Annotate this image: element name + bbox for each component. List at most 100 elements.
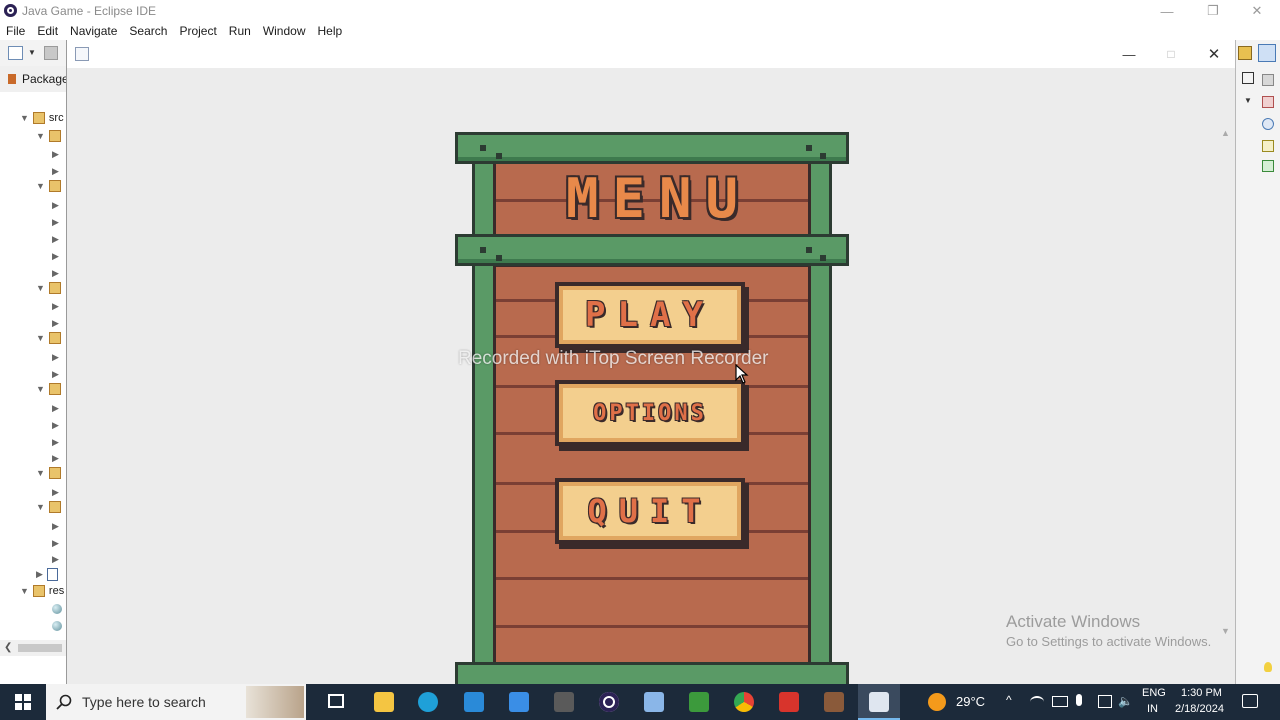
quit-button[interactable]: QUIT	[555, 478, 745, 544]
terminal-icon[interactable]	[554, 692, 574, 712]
taskbar-search-box[interactable]: Type here to search	[46, 684, 306, 720]
chevron-down-icon[interactable]: ▼	[20, 113, 29, 123]
battery-icon[interactable]	[1052, 696, 1068, 707]
chevron-right-icon[interactable]: ▶	[52, 166, 59, 177]
tool-icon[interactable]	[1262, 160, 1274, 172]
menu-help[interactable]: Help	[312, 22, 349, 40]
tool-icon[interactable]	[1262, 118, 1274, 130]
tree-package-row[interactable]: ▼	[36, 180, 61, 192]
chevron-right-icon[interactable]: ▶	[36, 569, 43, 580]
chevron-right-icon[interactable]: ▶	[52, 200, 59, 211]
vscode-icon[interactable]	[464, 692, 484, 712]
restore-button[interactable]: ❐	[1190, 0, 1236, 22]
chevron-right-icon[interactable]: ▶	[52, 268, 59, 279]
chevron-right-icon[interactable]: ▶	[52, 487, 59, 498]
chevron-down-icon[interactable]: ▼	[20, 586, 29, 596]
recorder-icon[interactable]	[779, 692, 799, 712]
tool-icon[interactable]	[1262, 140, 1274, 152]
chevron-right-icon[interactable]: ▶	[52, 538, 59, 549]
chevron-down-icon[interactable]: ▼	[36, 384, 45, 394]
chevron-down-icon[interactable]: ▼	[1221, 626, 1230, 636]
chevron-right-icon[interactable]: ▶	[52, 234, 59, 245]
tool-icon[interactable]	[1262, 74, 1274, 86]
chevron-right-icon[interactable]: ▶	[52, 437, 59, 448]
horizontal-scrollbar[interactable]: ❮	[0, 640, 66, 656]
scrollbar-thumb[interactable]	[18, 644, 62, 652]
network-icon[interactable]	[1030, 696, 1044, 708]
tree-package-row[interactable]: ▼	[36, 467, 61, 479]
new-icon[interactable]	[8, 46, 23, 60]
package-explorer-tab[interactable]: Package	[0, 66, 69, 93]
chevron-right-icon[interactable]: ▶	[52, 318, 59, 329]
tree-node-res[interactable]: ▼ res	[20, 585, 64, 597]
chevron-up-icon[interactable]: ▲	[1221, 128, 1230, 138]
chevron-right-icon[interactable]: ▶	[52, 521, 59, 532]
chevron-right-icon[interactable]: ▶	[52, 403, 59, 414]
nodejs-icon[interactable]	[689, 692, 709, 712]
resource-icon[interactable]	[52, 621, 62, 631]
lightbulb-icon[interactable]	[1264, 662, 1272, 672]
chevron-down-icon[interactable]: ▼	[36, 333, 45, 343]
display-icon[interactable]	[1098, 695, 1112, 708]
task-view-icon[interactable]	[328, 694, 344, 708]
perspective-icon[interactable]	[1238, 46, 1252, 60]
menu-edit[interactable]: Edit	[31, 22, 64, 40]
chevron-right-icon[interactable]: ▶	[52, 453, 59, 464]
chevron-down-icon[interactable]: ▼	[36, 468, 45, 478]
tree-package-row[interactable]: ▼	[36, 332, 61, 344]
chrome-icon[interactable]	[734, 692, 754, 712]
edge-icon[interactable]	[418, 692, 438, 712]
tool-icon[interactable]	[1262, 96, 1274, 108]
tree-node-src[interactable]: ▼ src	[20, 112, 64, 124]
game-maximize-button[interactable]: □	[1159, 40, 1183, 68]
menu-file[interactable]: File	[0, 22, 31, 40]
game-app-icon[interactable]	[824, 692, 844, 712]
game-close-button[interactable]: ✕	[1202, 40, 1226, 68]
menu-window[interactable]: Window	[257, 22, 312, 40]
menu-run[interactable]: Run	[223, 22, 257, 40]
mail-icon[interactable]	[509, 692, 529, 712]
chevron-down-icon[interactable]: ▼	[36, 502, 45, 512]
options-button[interactable]: OPTIONS	[555, 380, 745, 446]
tree-file-row[interactable]: ▶	[36, 568, 58, 581]
clock-time[interactable]: 1:30 PM	[1181, 687, 1222, 699]
chevron-right-icon[interactable]: ▶	[52, 301, 59, 312]
menu-project[interactable]: Project	[173, 22, 222, 40]
file-explorer-icon[interactable]	[374, 692, 394, 712]
menu-navigate[interactable]: Navigate	[64, 22, 123, 40]
chevron-down-icon[interactable]: ▼	[36, 283, 45, 293]
play-button[interactable]: PLAY	[555, 282, 745, 348]
resource-icon[interactable]	[52, 604, 62, 614]
language-label[interactable]: ENG	[1142, 687, 1166, 699]
notes-icon[interactable]	[644, 692, 664, 712]
chevron-left-icon[interactable]: ❮	[4, 642, 12, 653]
chevron-right-icon[interactable]: ▶	[52, 554, 59, 565]
chevron-right-icon[interactable]: ▶	[52, 217, 59, 228]
eclipse-taskbar-icon[interactable]	[599, 692, 619, 712]
chevron-right-icon[interactable]: ▶	[52, 352, 59, 363]
microphone-icon[interactable]	[1076, 694, 1082, 706]
volume-icon[interactable]: 🔈	[1118, 694, 1133, 708]
notification-icon[interactable]	[1242, 694, 1258, 708]
chevron-down-icon[interactable]: ▼	[1244, 96, 1252, 105]
chevron-right-icon[interactable]: ▶	[52, 369, 59, 380]
tree-package-row[interactable]: ▼	[36, 282, 61, 294]
region-label[interactable]: IN	[1147, 703, 1158, 715]
chevron-up-icon[interactable]: ^	[1006, 693, 1012, 707]
chevron-down-icon[interactable]: ▼	[36, 131, 45, 141]
tree-package-row[interactable]: ▼	[36, 501, 61, 513]
start-button[interactable]	[0, 684, 46, 720]
chevron-right-icon[interactable]: ▶	[52, 420, 59, 431]
menu-search[interactable]: Search	[123, 22, 173, 40]
chevron-down-icon[interactable]: ▼	[36, 181, 45, 191]
java-taskbar-active[interactable]	[858, 684, 900, 720]
chevron-right-icon[interactable]: ▶	[52, 149, 59, 160]
chevron-down-icon[interactable]: ▼	[28, 48, 36, 57]
tree-package-row[interactable]: ▼	[36, 130, 61, 142]
chevron-right-icon[interactable]: ▶	[52, 251, 59, 262]
minimize-button[interactable]: —	[1144, 0, 1190, 22]
tree-package-row[interactable]: ▼	[36, 383, 61, 395]
game-minimize-button[interactable]: —	[1117, 40, 1141, 68]
clock-date[interactable]: 2/18/2024	[1175, 703, 1224, 715]
java-perspective-icon[interactable]	[1258, 44, 1276, 62]
